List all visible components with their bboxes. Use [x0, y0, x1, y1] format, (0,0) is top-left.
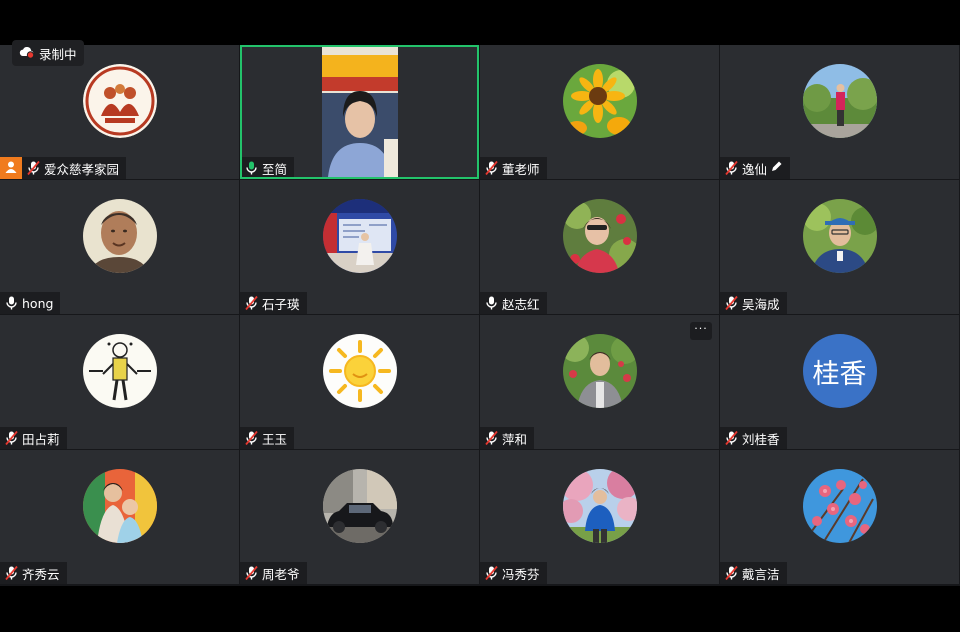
participant-tile[interactable]: 赵志红: [480, 180, 719, 314]
participant-avatar: [82, 469, 157, 543]
participant-name: 逸仙: [742, 161, 768, 177]
mic-icon: [4, 295, 19, 311]
mic-muted-icon: [26, 160, 41, 176]
participant-avatar: [82, 199, 157, 273]
host-badge: [0, 157, 22, 179]
participant-avatar: [82, 64, 157, 138]
participant-avatar: [562, 199, 637, 273]
participant-name: hong: [22, 295, 54, 311]
mic-muted-icon: [484, 160, 499, 176]
name-tag: 石子瑛: [240, 292, 307, 314]
top-bar: [0, 0, 960, 45]
person-icon: [4, 159, 18, 178]
participant-avatar: [562, 64, 637, 138]
name-tag: 戴言洁: [720, 562, 787, 584]
participant-name: 刘桂香: [742, 431, 780, 447]
video-feed: [322, 47, 398, 177]
name-tag: 冯秀芬: [480, 562, 547, 584]
mic-active-icon: [244, 160, 259, 176]
participant-tile[interactable]: 齐秀云: [0, 450, 239, 584]
name-tag: 田占莉: [0, 427, 67, 449]
participant-avatar: [82, 334, 157, 408]
participant-tile[interactable]: 田占莉: [0, 315, 239, 449]
participant-tile-active[interactable]: 至简: [240, 45, 479, 179]
mic-muted-icon: [724, 430, 739, 446]
cloud-record-icon: [19, 45, 35, 62]
pencil-icon[interactable]: [770, 160, 783, 176]
participant-name: 吴海成: [742, 296, 780, 312]
participant-tile[interactable]: 逸仙: [720, 45, 959, 179]
name-tag: 萍和: [480, 427, 535, 449]
mic-muted-icon: [244, 430, 259, 446]
participant-avatar: [322, 469, 397, 543]
participant-name: 萍和: [502, 431, 528, 447]
participant-avatar: [322, 334, 397, 408]
mic-icon: [484, 295, 499, 311]
mic-muted-icon: [724, 295, 739, 311]
participant-name: 赵志红: [502, 296, 540, 312]
participant-avatar-initials: 桂香: [802, 334, 877, 408]
participant-name: 戴言洁: [742, 566, 780, 582]
name-tag: 吴海成: [720, 292, 787, 314]
mic-muted-icon: [244, 565, 259, 581]
mic-muted-icon: [4, 565, 19, 581]
participant-tile[interactable]: 戴言洁: [720, 450, 959, 584]
participant-tile[interactable]: 董老师: [480, 45, 719, 179]
participant-tile[interactable]: 吴海成: [720, 180, 959, 314]
participant-name: 齐秀云: [22, 566, 60, 582]
participant-avatar: [802, 64, 877, 138]
participant-name: 田占莉: [22, 431, 60, 447]
name-tag: hong: [0, 292, 61, 314]
participant-name: 周老爷: [262, 566, 300, 582]
participant-avatar: [562, 334, 637, 408]
participant-avatar: [802, 199, 877, 273]
more-options-button[interactable]: ···: [690, 322, 712, 340]
mic-muted-icon: [4, 430, 19, 446]
participant-avatar: [322, 199, 397, 273]
name-tag: 董老师: [480, 157, 547, 179]
participant-tile[interactable]: 王玉: [240, 315, 479, 449]
mic-muted-icon: [484, 430, 499, 446]
participant-grid: 爱众慈孝家园 至简 董老师 逸仙 hong 石子瑛 赵志红 吴海成 田占莉 王玉…: [0, 45, 960, 586]
participant-tile[interactable]: 石子瑛: [240, 180, 479, 314]
participant-avatar: [802, 469, 877, 543]
mic-muted-icon: [724, 565, 739, 581]
participant-tile[interactable]: ··· 萍和: [480, 315, 719, 449]
recording-label: 录制中: [39, 46, 77, 62]
name-tag: 王玉: [240, 427, 295, 449]
participant-tile[interactable]: 周老爷: [240, 450, 479, 584]
mic-muted-icon: [484, 565, 499, 581]
name-tag: 周老爷: [240, 562, 307, 584]
mic-muted-icon: [724, 160, 739, 176]
participant-avatar: [562, 469, 637, 543]
participant-name: 至简: [262, 161, 288, 177]
name-tag: 齐秀云: [0, 562, 67, 584]
recording-indicator[interactable]: 录制中: [12, 40, 84, 66]
bottom-bar: [0, 586, 960, 632]
participant-tile[interactable]: 桂香 刘桂香: [720, 315, 959, 449]
participant-name: 王玉: [262, 431, 288, 447]
participant-name: 石子瑛: [262, 296, 300, 312]
participant-tile[interactable]: 冯秀芬: [480, 450, 719, 584]
participant-name: 爱众慈孝家园: [44, 161, 120, 177]
name-tag: 赵志红: [480, 292, 547, 314]
participant-tile[interactable]: hong: [0, 180, 239, 314]
name-tag: 至简: [242, 157, 295, 177]
mic-muted-icon: [244, 295, 259, 311]
name-tag: 逸仙: [720, 157, 791, 179]
name-tag: 爱众慈孝家园: [22, 157, 127, 179]
participant-name: 董老师: [502, 161, 540, 177]
name-tag: 刘桂香: [720, 427, 787, 449]
participant-name: 冯秀芬: [502, 566, 540, 582]
